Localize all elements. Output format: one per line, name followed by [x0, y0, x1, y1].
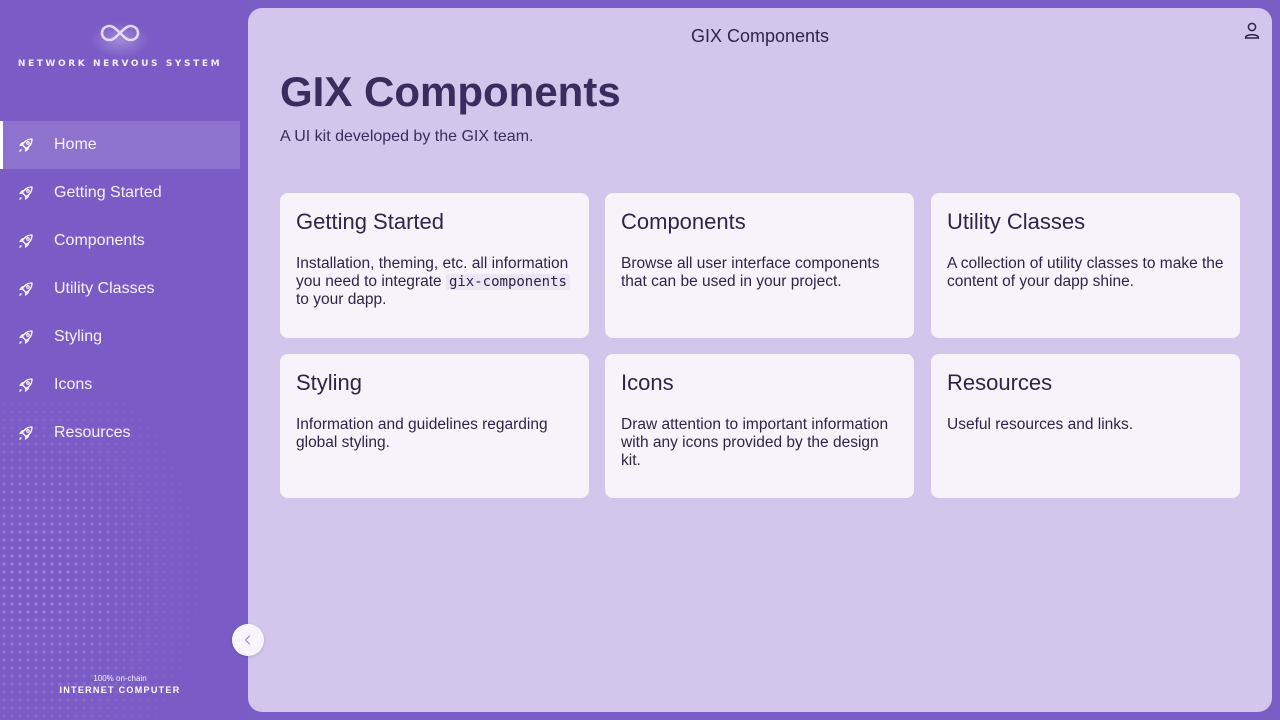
sidebar-item-styling[interactable]: Styling [0, 313, 240, 361]
card-description: Installation, theming, etc. all informat… [296, 255, 573, 309]
internet-computer-badge[interactable]: 100% on-chain INTERNET COMPUTER [0, 674, 240, 695]
rocket-icon [19, 186, 33, 200]
card-resources[interactable]: Resources Useful resources and links. [931, 354, 1240, 498]
card-title: Styling [296, 370, 363, 395]
logo-text: NETWORK NERVOUS SYSTEM [17, 59, 223, 69]
sidebar-item-label: Resources [54, 424, 131, 441]
rocket-icon [19, 426, 33, 440]
card-title: Resources [947, 370, 1053, 395]
card-description: Information and guidelines regarding glo… [296, 416, 548, 451]
card-description: A collection of utility classes to make … [947, 255, 1224, 290]
sidebar-item-label: Components [54, 232, 145, 249]
nns-logo[interactable]: NETWORK NERVOUS SYSTEM [0, 22, 240, 69]
card-title: Utility Classes [947, 209, 1086, 234]
card-components[interactable]: Components Browse all user interface com… [605, 193, 914, 338]
sidebar-item-label: Utility Classes [54, 280, 155, 297]
collapse-sidebar-button[interactable] [232, 624, 264, 656]
footer-tagline: 100% on-chain [93, 674, 147, 683]
card-title: Getting Started [296, 209, 444, 234]
card-title: Icons [621, 370, 674, 395]
card-description: Useful resources and links. [947, 416, 1134, 433]
sidebar-item-label: Getting Started [54, 184, 162, 201]
infinity-logo-icon [100, 24, 140, 42]
sidebar-item-utility-classes[interactable]: Utility Classes [0, 265, 240, 313]
footer-brand: INTERNET COMPUTER [59, 685, 181, 695]
sidebar: NETWORK NERVOUS SYSTEM Home Getting Star… [0, 0, 248, 720]
main-content: GIX Components GIX Components A UI kit d… [248, 8, 1272, 712]
sidebar-item-home[interactable]: Home [0, 121, 240, 169]
rocket-icon [19, 282, 33, 296]
card-description: Browse all user interface components tha… [621, 255, 880, 290]
sidebar-item-components[interactable]: Components [0, 217, 240, 265]
chevron-left-icon [244, 635, 251, 645]
card-utility-classes[interactable]: Utility Classes A collection of utility … [931, 193, 1240, 338]
card-description: Draw attention to important information … [621, 416, 889, 469]
sidebar-item-icons[interactable]: Icons [0, 361, 240, 409]
card-description-text: to your dapp. [296, 291, 387, 308]
sidebar-nav: Home Getting Started Components Utility … [0, 121, 240, 457]
card-icons[interactable]: Icons Draw attention to important inform… [605, 354, 914, 498]
page-title: GIX Components [280, 68, 621, 115]
sidebar-item-resources[interactable]: Resources [0, 409, 240, 457]
rocket-icon [19, 378, 33, 392]
sidebar-item-label: Home [54, 136, 97, 153]
rocket-icon [19, 138, 33, 152]
header-title: GIX Components [690, 26, 830, 46]
sidebar-item-label: Icons [54, 376, 93, 393]
user-icon[interactable] [1242, 20, 1262, 40]
sidebar-item-getting-started[interactable]: Getting Started [0, 169, 240, 217]
rocket-icon [19, 234, 33, 248]
inline-code: gix-components [445, 274, 570, 290]
card-title: Components [621, 209, 746, 234]
card-getting-started[interactable]: Getting Started Installation, theming, e… [280, 193, 589, 338]
card-styling[interactable]: Styling Information and guidelines regar… [280, 354, 589, 498]
rocket-icon [19, 330, 33, 344]
sidebar-item-label: Styling [54, 328, 103, 345]
page-subtitle: A UI kit developed by the GIX team. [280, 128, 534, 145]
